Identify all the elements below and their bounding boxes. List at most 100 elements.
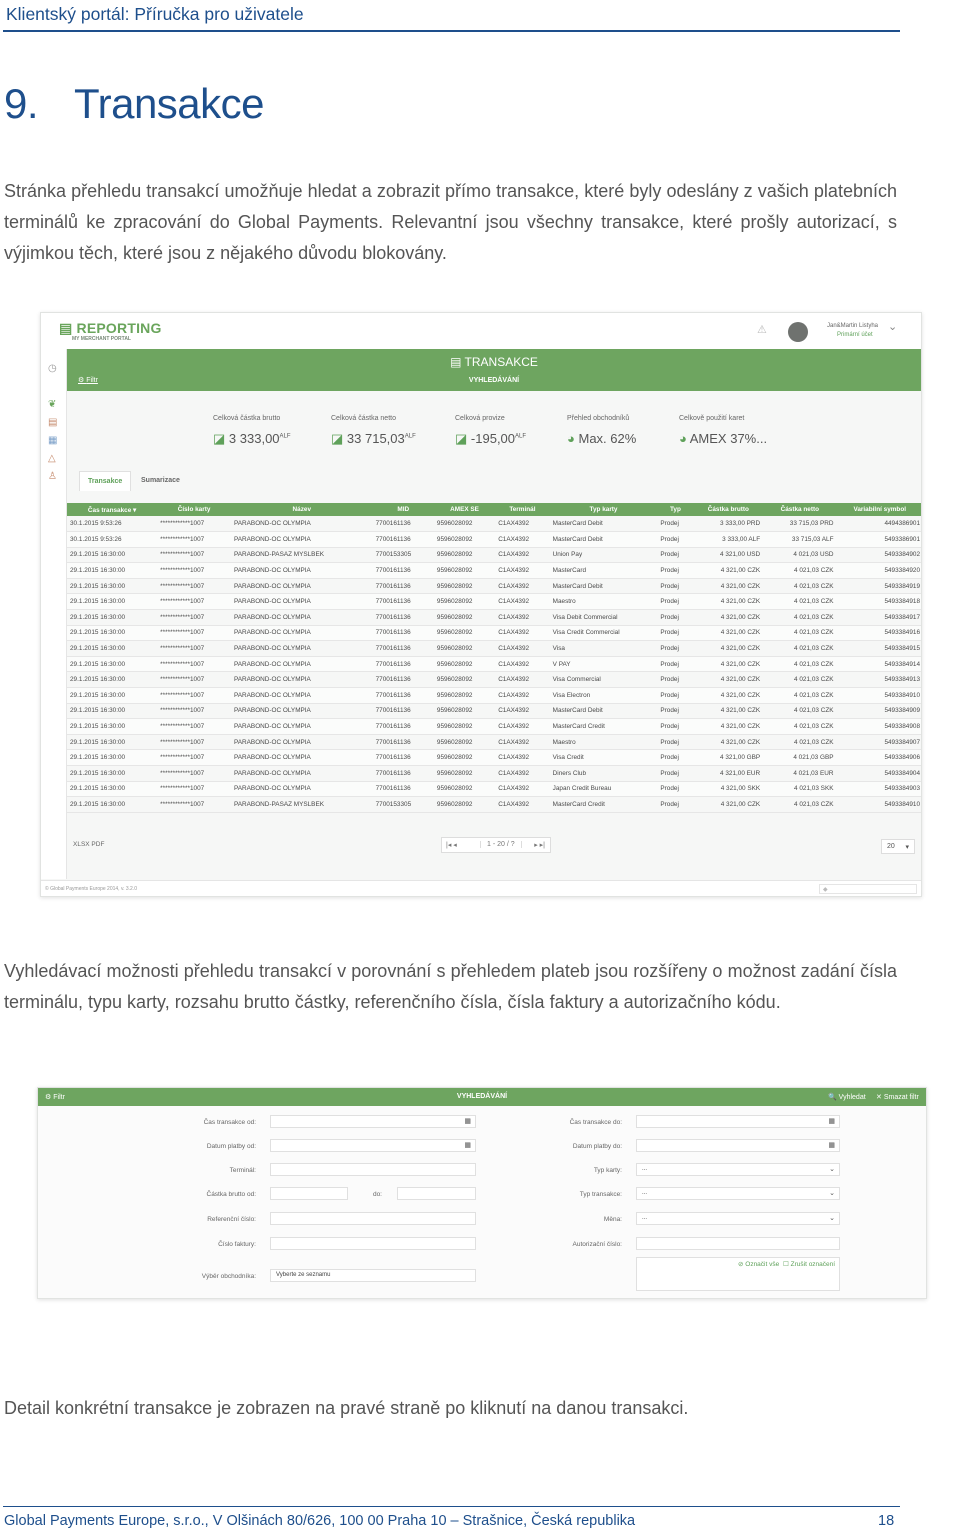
- first-page-icon[interactable]: |◂ ◂: [446, 842, 457, 849]
- column-header[interactable]: Variabilní symbol: [836, 503, 921, 516]
- table-row[interactable]: 29.1.2015 16:30:00 ************1007 PARABO…: [67, 703, 921, 720]
- app-topbar: ▤ REPORTING MY MERCHANT PORTAL ⚠ Jan&Mar…: [41, 313, 921, 349]
- page-size-select[interactable]: 20 ▾: [881, 839, 915, 854]
- table-cell: 5493384913: [836, 671, 921, 689]
- calendar-icon[interactable]: ▦: [828, 1117, 835, 1125]
- column-header[interactable]: Částka brutto: [693, 503, 764, 516]
- pager[interactable]: |◂ ◂ 1 - 20 / ? ▸ ▸|: [441, 837, 551, 853]
- payment-date-to-input[interactable]: ▦: [636, 1139, 840, 1152]
- table-cell: Maestro: [549, 593, 658, 611]
- table-cell: 5493384919: [836, 578, 921, 595]
- table-row[interactable]: 29.1.2015 16:30:00 ************1007 PARABO…: [67, 656, 921, 673]
- kpi-label-gross: Celková částka brutto: [213, 415, 281, 422]
- cancel-marked-button[interactable]: ☐ Zrušit označení: [783, 1260, 835, 1268]
- table-cell: ************1007: [157, 796, 231, 813]
- transactions-icon[interactable]: ▦: [48, 435, 57, 446]
- reference-input[interactable]: [270, 1212, 476, 1225]
- mark-all-label[interactable]: Označit vše: [745, 1261, 779, 1268]
- table-row[interactable]: 29.1.2015 16:30:00 ************1007 PARABO…: [67, 734, 921, 751]
- payment-date-from-input[interactable]: ▦: [270, 1139, 476, 1152]
- table-cell: 29.1.2015 16:30:00: [67, 547, 158, 564]
- payments-icon[interactable]: ▤: [48, 417, 57, 428]
- table-row[interactable]: 29.1.2015 16:30:00 ************1007 PARABO…: [67, 640, 921, 657]
- table-cell: C1AX4392: [495, 547, 550, 564]
- search-button-label[interactable]: Vyhledat: [839, 1094, 866, 1101]
- time-from-input[interactable]: ▦: [270, 1115, 476, 1128]
- table-cell: ************1007: [157, 781, 231, 798]
- chevron-down-icon[interactable]: ⌄: [888, 320, 897, 333]
- column-header[interactable]: Typ karty: [549, 503, 658, 516]
- clear-filter-button[interactable]: ✕ Smazat filtr: [876, 1093, 919, 1101]
- user-account[interactable]: Primární účet: [837, 332, 873, 338]
- column-header[interactable]: Čas transakce ▾: [67, 503, 158, 516]
- calendar-icon[interactable]: ▦: [464, 1117, 471, 1125]
- column-header[interactable]: Typ: [657, 503, 694, 516]
- transaction-type-select[interactable]: ... ⌄: [636, 1187, 840, 1200]
- table-row[interactable]: 29.1.2015 16:30:00 ************1007 PARABO…: [67, 562, 921, 579]
- table-cell: Visa Debit Commercial: [549, 609, 658, 626]
- tabs: Transakce Sumarizace: [79, 471, 919, 491]
- avatar[interactable]: [788, 322, 808, 342]
- column-header[interactable]: MID: [372, 503, 434, 516]
- calendar-icon[interactable]: ▦: [464, 1141, 471, 1149]
- calendar-icon[interactable]: ▦: [828, 1141, 835, 1149]
- table-cell: 7700161136: [372, 671, 434, 689]
- table-row[interactable]: 29.1.2015 16:30:00 ************1007 PARABO…: [67, 687, 921, 704]
- card-type-select[interactable]: ... ⌄: [636, 1163, 840, 1176]
- cancel-marked-label[interactable]: Zrušit označení: [791, 1261, 835, 1268]
- table-cell: Diners Club: [549, 765, 658, 782]
- table-cell: 9596028092: [433, 562, 496, 579]
- invoice-input[interactable]: [270, 1237, 476, 1250]
- column-header[interactable]: Částka netto: [763, 503, 837, 516]
- merchant-input[interactable]: Vyberte ze seznamu: [270, 1269, 476, 1282]
- table-cell: PARABOND-OC OLYMPIA: [231, 609, 373, 626]
- column-header[interactable]: Název: [231, 503, 373, 516]
- column-header[interactable]: AMEX SE: [433, 503, 496, 516]
- column-header[interactable]: Terminál: [495, 503, 550, 516]
- table-row[interactable]: 30.1.2015 9:53:26 ************1007 PARABON…: [67, 516, 921, 533]
- user-icon[interactable]: ♙: [48, 471, 57, 482]
- dashboard-icon[interactable]: ◷: [48, 363, 57, 374]
- table-row[interactable]: 29.1.2015 16:30:00 ************1007 PARABO…: [67, 593, 921, 611]
- terminal-input[interactable]: [270, 1163, 476, 1176]
- export-links[interactable]: XLSX PDF: [73, 841, 104, 848]
- filter-label[interactable]: Filtr: [86, 377, 98, 384]
- apple-icon[interactable]: ❦: [48, 399, 56, 410]
- table-row[interactable]: 29.1.2015 16:30:00 ************1007 PARABO…: [67, 547, 921, 564]
- table-cell: Prodej: [657, 656, 694, 673]
- table-row[interactable]: 29.1.2015 16:30:00 ************1007 PARABO…: [67, 625, 921, 642]
- warning-icon[interactable]: ⚠: [757, 323, 767, 336]
- table-row[interactable]: 29.1.2015 16:30:00 ************1007 PARABO…: [67, 781, 921, 798]
- gross-to-input[interactable]: [397, 1187, 476, 1200]
- table-row[interactable]: 29.1.2015 16:30:00 ************1007 PARABO…: [67, 609, 921, 626]
- clear-filter-label[interactable]: Smazat filtr: [884, 1094, 919, 1101]
- table-row[interactable]: 29.1.2015 16:30:00 ************1007 PARABO…: [67, 671, 921, 689]
- bottom-search-input[interactable]: ◆: [819, 884, 917, 894]
- user-name[interactable]: Jan&Martin Listyha: [827, 323, 878, 329]
- auth-code-input[interactable]: [636, 1237, 840, 1250]
- column-header[interactable]: Číslo karty: [157, 503, 231, 516]
- table-cell: 4 321,00 USD: [693, 547, 764, 564]
- table-cell: PARABOND-OC OLYMPIA: [231, 593, 373, 611]
- table-cell: 4 321,00 CZK: [693, 703, 764, 720]
- table-row[interactable]: 29.1.2015 16:30:00 ************1007 PARABO…: [67, 578, 921, 595]
- mark-all-button[interactable]: ⊘ Označit vše: [738, 1260, 779, 1268]
- table-cell: C1AX4392: [495, 671, 550, 689]
- trend-chart-icon: ◪: [331, 431, 344, 446]
- table-row[interactable]: 29.1.2015 16:30:00 ************1007 PARABO…: [67, 765, 921, 782]
- table-row[interactable]: 29.1.2015 16:30:00 ************1007 PARABO…: [67, 718, 921, 735]
- time-to-input[interactable]: ▦: [636, 1115, 840, 1128]
- tab-sumarizace[interactable]: Sumarizace: [133, 471, 188, 491]
- table-row[interactable]: 29.1.2015 16:30:00 ************1007 PARABO…: [67, 749, 921, 766]
- currency-select[interactable]: ... ⌄: [636, 1212, 840, 1225]
- next-page-icon[interactable]: ▸ ▸|: [534, 841, 545, 849]
- table-cell: 7700161136: [372, 749, 434, 766]
- table-row[interactable]: 30.1.2015 9:53:26 ************1007 PARABON…: [67, 531, 921, 548]
- search-button[interactable]: 🔍 Vyhledat: [828, 1093, 866, 1101]
- table-cell: Union Pay: [549, 547, 658, 564]
- table-row[interactable]: 29.1.2015 16:30:00 ************1007 PARABO…: [67, 796, 921, 813]
- filter-link[interactable]: ⚙ Filtr: [78, 376, 98, 384]
- table-cell: MasterCard Debit: [549, 578, 658, 595]
- alert-icon[interactable]: △: [48, 453, 56, 464]
- tab-transakce[interactable]: Transakce: [79, 471, 132, 491]
